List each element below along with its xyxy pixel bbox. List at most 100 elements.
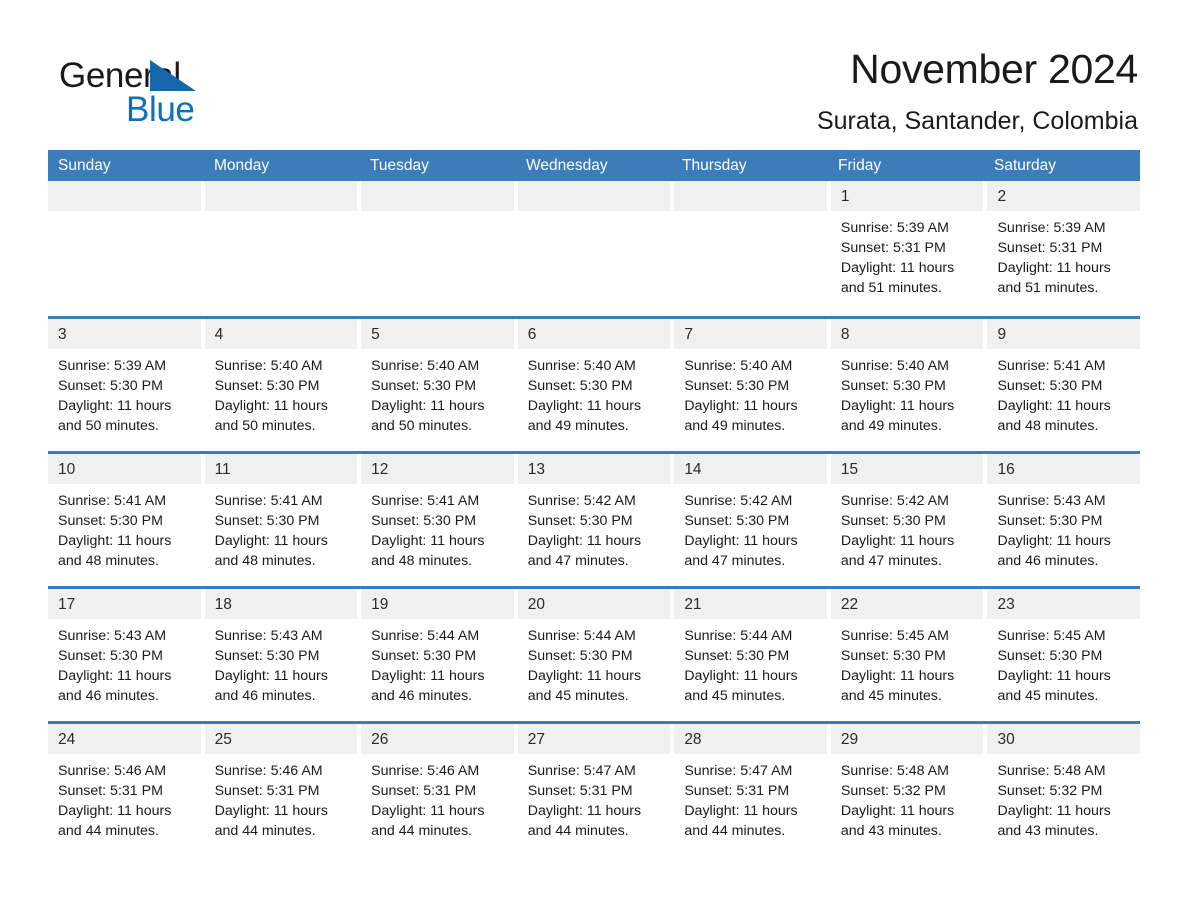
- day-number: 19: [361, 589, 514, 620]
- weekday-header-saturday: Saturday: [994, 156, 1057, 174]
- daylight-text: Daylight: 11 hours and 50 minutes.: [214, 397, 328, 434]
- calendar-day-cell[interactable]: 30 Sunrise: 5:48 AM Sunset: 5:32 PM Dayligh…: [987, 724, 1141, 857]
- sunset-text: Sunset: 5:30 PM: [371, 378, 477, 395]
- sunset-text: Sunset: 5:30 PM: [371, 513, 477, 530]
- weekday-header-sunday: Sunday: [58, 156, 111, 174]
- day-number: 16: [987, 454, 1141, 485]
- day-details: Sunrise: 5:40 AM Sunset: 5:30 PM Daylight:…: [205, 349, 358, 436]
- calendar-week-row: 1 Sunrise: 5:39 AM Sunset: 5:31 PM Daylight…: [48, 181, 1141, 317]
- calendar-day-cell[interactable]: 6 Sunrise: 5:40 AM Sunset: 5:30 PM Daylight…: [517, 319, 671, 452]
- calendar-day-cell[interactable]: 18 Sunrise: 5:43 AM Sunset: 5:30 PM Dayligh…: [204, 589, 358, 722]
- daylight-text: Daylight: 11 hours and 51 minutes.: [840, 259, 955, 296]
- calendar-day-cell[interactable]: 29 Sunrise: 5:48 AM Sunset: 5:32 PM Dayligh…: [830, 724, 984, 857]
- weekday-header-wednesday: Wednesday: [526, 156, 608, 174]
- calendar-day-cell[interactable]: 7 Sunrise: 5:40 AM Sunset: 5:30 PM Daylight…: [674, 319, 827, 452]
- calendar-day-cell[interactable]: 9 Sunrise: 5:41 AM Sunset: 5:30 PM Daylight…: [987, 319, 1141, 452]
- day-details: Sunrise: 5:43 AM Sunset: 5:30 PM Daylight:…: [987, 484, 1140, 571]
- sunset-text: Sunset: 5:30 PM: [684, 378, 790, 395]
- sunrise-text: Sunrise: 5:46 AM: [58, 763, 167, 780]
- day-details: Sunrise: 5:47 AM Sunset: 5:31 PM Daylight:…: [518, 754, 671, 841]
- calendar-day-cell[interactable]: 13 Sunrise: 5:42 AM Sunset: 5:30 PM Dayligh…: [517, 454, 671, 587]
- day-details: Sunrise: 5:47 AM Sunset: 5:31 PM Daylight:…: [674, 754, 827, 841]
- calendar-day-cell[interactable]: 8 Sunrise: 5:40 AM Sunset: 5:30 PM Daylight…: [830, 319, 984, 452]
- calendar-body: 1 Sunrise: 5:39 AM Sunset: 5:31 PM Daylight…: [48, 181, 1141, 857]
- daylight-text: Daylight: 11 hours and 49 minutes.: [684, 397, 798, 434]
- day-details: Sunrise: 5:39 AM Sunset: 5:30 PM Daylight:…: [48, 349, 201, 436]
- calendar-week-row: 17 Sunrise: 5:43 AM Sunset: 5:30 PM Dayligh…: [48, 586, 1141, 722]
- daylight-text: Daylight: 11 hours and 46 minutes.: [371, 667, 485, 704]
- calendar-day-cell-empty: [204, 181, 358, 317]
- sunset-text: Sunset: 5:30 PM: [997, 513, 1103, 530]
- sunrise-text: Sunrise: 5:42 AM: [840, 493, 949, 510]
- calendar-day-cell-empty: [48, 181, 201, 317]
- sunset-text: Sunset: 5:31 PM: [58, 783, 163, 800]
- sunrise-text: Sunrise: 5:41 AM: [58, 493, 167, 510]
- calendar-day-cell[interactable]: 11 Sunrise: 5:41 AM Sunset: 5:30 PM Dayligh…: [204, 454, 358, 587]
- general-blue-logo[interactable]: General Blue: [48, 48, 348, 127]
- calendar-day-cell[interactable]: 14 Sunrise: 5:42 AM Sunset: 5:30 PM Dayligh…: [674, 454, 827, 587]
- title-block: November 2024 Surata, Santander, Colombi…: [816, 47, 1140, 136]
- weekday-header-monday: Monday: [214, 156, 270, 174]
- daylight-text: Daylight: 11 hours and 49 minutes.: [527, 397, 642, 434]
- daylight-text: Daylight: 11 hours and 44 minutes.: [214, 802, 328, 839]
- sunset-text: Sunset: 5:30 PM: [840, 378, 946, 395]
- daylight-text: Daylight: 11 hours and 46 minutes.: [214, 667, 328, 704]
- day-details: Sunrise: 5:48 AM Sunset: 5:32 PM Daylight:…: [831, 754, 984, 841]
- day-details: Sunrise: 5:46 AM Sunset: 5:31 PM Daylight:…: [361, 754, 514, 841]
- daylight-text: Daylight: 11 hours and 50 minutes.: [371, 397, 485, 434]
- calendar-day-cell[interactable]: 19 Sunrise: 5:44 AM Sunset: 5:30 PM Dayligh…: [361, 589, 514, 722]
- sunrise-text: Sunrise: 5:45 AM: [997, 628, 1106, 645]
- day-number: 3: [48, 319, 201, 350]
- day-details: Sunrise: 5:44 AM Sunset: 5:30 PM Daylight:…: [361, 619, 514, 706]
- weekday-header-tuesday: Tuesday: [370, 156, 429, 174]
- calendar-day-cell[interactable]: 28 Sunrise: 5:47 AM Sunset: 5:31 PM Dayligh…: [674, 724, 827, 857]
- calendar-day-cell[interactable]: 26 Sunrise: 5:46 AM Sunset: 5:31 PM Dayligh…: [361, 724, 514, 857]
- calendar-day-cell[interactable]: 5 Sunrise: 5:40 AM Sunset: 5:30 PM Daylight…: [361, 319, 514, 452]
- sunrise-text: Sunrise: 5:42 AM: [684, 493, 793, 510]
- sunrise-text: Sunrise: 5:43 AM: [214, 628, 323, 645]
- calendar-day-cell[interactable]: 10 Sunrise: 5:41 AM Sunset: 5:30 PM Dayligh…: [48, 454, 201, 587]
- day-number: [517, 181, 671, 212]
- day-details: Sunrise: 5:41 AM Sunset: 5:30 PM Daylight:…: [987, 349, 1140, 436]
- day-number: [361, 181, 514, 212]
- daylight-text: Daylight: 11 hours and 50 minutes.: [58, 397, 172, 434]
- day-number: 4: [204, 319, 358, 350]
- calendar-day-cell[interactable]: 15 Sunrise: 5:42 AM Sunset: 5:30 PM Dayligh…: [830, 454, 984, 587]
- day-details: Sunrise: 5:45 AM Sunset: 5:30 PM Daylight:…: [987, 619, 1140, 706]
- daylight-text: Daylight: 11 hours and 45 minutes.: [527, 667, 642, 704]
- sunset-text: Sunset: 5:31 PM: [371, 783, 477, 800]
- daylight-text: Daylight: 11 hours and 48 minutes.: [58, 532, 172, 569]
- daylight-text: Daylight: 11 hours and 48 minutes.: [214, 532, 328, 569]
- location-subtitle: Surata, Santander, Colombia: [816, 107, 1138, 136]
- calendar-day-cell[interactable]: 16 Sunrise: 5:43 AM Sunset: 5:30 PM Dayligh…: [987, 454, 1141, 587]
- day-details: Sunrise: 5:46 AM Sunset: 5:31 PM Daylight:…: [48, 754, 201, 841]
- calendar-day-cell[interactable]: 3 Sunrise: 5:39 AM Sunset: 5:30 PM Daylight…: [48, 319, 201, 452]
- calendar-day-cell[interactable]: 23 Sunrise: 5:45 AM Sunset: 5:30 PM Dayligh…: [987, 589, 1141, 722]
- day-details: Sunrise: 5:46 AM Sunset: 5:31 PM Daylight:…: [205, 754, 358, 841]
- calendar-day-cell[interactable]: 27 Sunrise: 5:47 AM Sunset: 5:31 PM Dayligh…: [517, 724, 671, 857]
- calendar-day-cell[interactable]: 25 Sunrise: 5:46 AM Sunset: 5:31 PM Dayligh…: [204, 724, 358, 857]
- calendar-day-cell[interactable]: 24 Sunrise: 5:46 AM Sunset: 5:31 PM Dayligh…: [48, 724, 201, 857]
- day-details: Sunrise: 5:45 AM Sunset: 5:30 PM Daylight:…: [831, 619, 984, 706]
- calendar-day-cell[interactable]: 1 Sunrise: 5:39 AM Sunset: 5:31 PM Daylight…: [830, 181, 984, 317]
- daylight-text: Daylight: 11 hours and 48 minutes.: [997, 397, 1111, 434]
- calendar-day-cell[interactable]: 12 Sunrise: 5:41 AM Sunset: 5:30 PM Dayligh…: [361, 454, 514, 587]
- day-number: 14: [674, 454, 827, 485]
- day-details: Sunrise: 5:39 AM Sunset: 5:31 PM Daylight:…: [831, 211, 984, 298]
- calendar-day-cell[interactable]: 22 Sunrise: 5:45 AM Sunset: 5:30 PM Dayligh…: [830, 589, 984, 722]
- day-number: 8: [830, 319, 984, 350]
- calendar-day-cell[interactable]: 21 Sunrise: 5:44 AM Sunset: 5:30 PM Dayligh…: [674, 589, 827, 722]
- calendar-day-cell[interactable]: 20 Sunrise: 5:44 AM Sunset: 5:30 PM Dayligh…: [517, 589, 671, 722]
- sunrise-text: Sunrise: 5:46 AM: [214, 763, 323, 780]
- sunrise-text: Sunrise: 5:40 AM: [371, 358, 480, 375]
- day-number: 5: [361, 319, 514, 350]
- day-number: 25: [204, 724, 358, 755]
- calendar-day-cell[interactable]: 2 Sunrise: 5:39 AM Sunset: 5:31 PM Daylight…: [987, 181, 1141, 317]
- calendar-day-cell[interactable]: 4 Sunrise: 5:40 AM Sunset: 5:30 PM Daylight…: [204, 319, 358, 452]
- sunrise-text: Sunrise: 5:43 AM: [58, 628, 167, 645]
- day-number: [674, 181, 827, 212]
- calendar-day-cell[interactable]: 17 Sunrise: 5:43 AM Sunset: 5:30 PM Dayligh…: [48, 589, 201, 722]
- sunrise-text: Sunrise: 5:47 AM: [527, 763, 636, 780]
- sunset-text: Sunset: 5:30 PM: [58, 513, 163, 530]
- sunrise-text: Sunrise: 5:48 AM: [840, 763, 949, 780]
